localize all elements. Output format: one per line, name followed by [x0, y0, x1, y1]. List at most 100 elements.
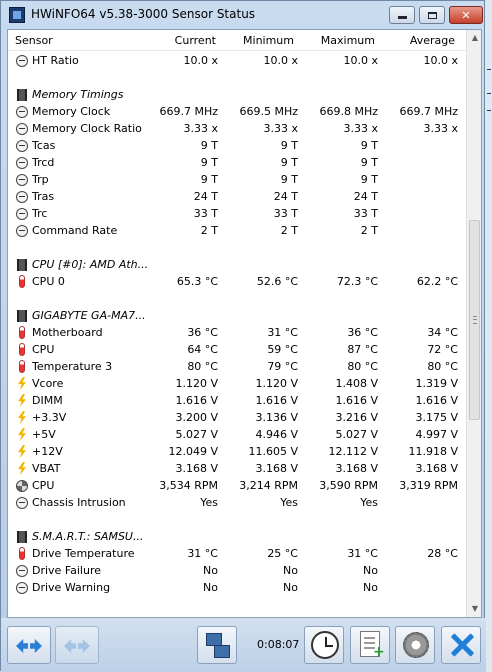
sensor-label: Trc [32, 207, 48, 220]
maximize-icon [427, 11, 437, 19]
value-maximum: 12.112 V [328, 445, 378, 458]
scroll-up-arrow-icon[interactable]: ▲ [467, 30, 481, 46]
minimize-button[interactable] [389, 6, 415, 24]
sensor-label: Drive Failure [32, 564, 102, 577]
value-current: 9 T [200, 173, 218, 186]
value-maximum: 2 T [360, 224, 378, 237]
sensor-row[interactable]: Vcore 1.120 V 1.120 V 1.408 V 1.319 V [8, 375, 466, 392]
value-minimum: 52.6 °C [256, 275, 298, 288]
sensor-row[interactable]: +3.3V 3.200 V 3.136 V 3.216 V 3.175 V [8, 409, 466, 426]
sensor-label: Temperature 3 [32, 360, 113, 373]
value-minimum: 2 T [280, 224, 298, 237]
value-current: 31 °C [187, 547, 218, 560]
sensor-row[interactable]: Drive Temperature 31 °C 25 °C 31 °C 28 °C [8, 545, 466, 562]
sensor-label: CPU [32, 343, 55, 356]
value-maximum: 3.216 V [335, 411, 378, 424]
sensor-row[interactable]: Trc 33 T 33 T 33 T [8, 205, 466, 222]
value-minimum: 3,214 RPM [239, 479, 298, 492]
close-sensors-button[interactable] [441, 626, 481, 664]
sensor-row[interactable]: HT Ratio 10.0 x 10.0 x 10.0 x 10.0 x [8, 52, 466, 69]
clock-icon [311, 631, 339, 659]
value-average: 3.33 x [423, 122, 459, 135]
sensor-status-window: HWiNFO64 v5.38-3000 Sensor Status ✕ Sens… [0, 0, 486, 672]
network-button[interactable] [197, 626, 237, 664]
value-current: 80 °C [187, 360, 218, 373]
value-average: 80 °C [427, 360, 458, 373]
voltage-bolt-icon [18, 377, 26, 390]
thermometer-icon [19, 326, 25, 339]
sensor-row[interactable]: +5V 5.027 V 4.946 V 5.027 V 4.997 V [8, 426, 466, 443]
value-current: 1.120 V [175, 377, 218, 390]
sensor-row[interactable]: CPU 0 65.3 °C 52.6 °C 72.3 °C 62.2 °C [8, 273, 466, 290]
column-header-sensor[interactable]: Sensor [15, 34, 53, 47]
sensor-row[interactable]: +12V 12.049 V 11.605 V 12.112 V 11.918 V [8, 443, 466, 460]
title-bar[interactable]: HWiNFO64 v5.38-3000 Sensor Status ✕ [1, 1, 486, 29]
value-current: No [203, 581, 218, 594]
chip-icon [17, 89, 27, 101]
sensor-row[interactable]: Command Rate 2 T 2 T 2 T [8, 222, 466, 239]
reset-clock-button[interactable] [304, 626, 344, 664]
sensor-row[interactable]: Trp 9 T 9 T 9 T [8, 171, 466, 188]
scroll-down-arrow-icon[interactable]: ▼ [467, 601, 481, 617]
sensor-row[interactable]: Memory Clock Ratio 3.33 x 3.33 x 3.33 x 3.33… [8, 120, 466, 137]
scrollbar-thumb[interactable] [469, 220, 480, 420]
value-average: 3,319 RPM [399, 479, 458, 492]
sensor-row[interactable]: CPU 3,534 RPM 3,214 RPM 3,590 RPM 3,319 RPM [8, 477, 466, 494]
sensor-row[interactable]: Drive Warning No No No [8, 579, 466, 596]
clock-icon [16, 582, 28, 594]
value-average: 669.7 MHz [399, 105, 458, 118]
value-average: 3.168 V [415, 462, 458, 475]
window-close-button[interactable]: ✕ [449, 6, 483, 24]
value-maximum: 9 T [360, 173, 378, 186]
column-header-maximum[interactable]: Maximum [305, 34, 375, 47]
value-current: 10.0 x [183, 54, 219, 67]
value-minimum: 9 T [280, 156, 298, 169]
clock-icon [16, 140, 28, 152]
sensor-label: GIGABYTE GA-MA7... [32, 309, 146, 322]
clock-icon [16, 208, 28, 220]
sensor-row[interactable]: Motherboard 36 °C 31 °C 36 °C 34 °C [8, 324, 466, 341]
sensor-row[interactable]: Memory Clock 669.7 MHz 669.5 MHz 669.8 MHz 6… [8, 103, 466, 120]
sensor-row[interactable]: Tcas 9 T 9 T 9 T [8, 137, 466, 154]
add-report-icon [360, 631, 385, 660]
vertical-scrollbar[interactable]: ▲ ▼ [466, 30, 481, 617]
logging-button[interactable] [350, 626, 390, 664]
maximize-button[interactable] [419, 6, 445, 24]
layout-arrows-button[interactable] [7, 626, 51, 664]
value-current: 36 °C [187, 326, 218, 339]
value-minimum: 1.616 V [255, 394, 298, 407]
sensor-row[interactable]: Drive Failure No No No [8, 562, 466, 579]
clock-icon [16, 191, 28, 203]
sensor-group-row[interactable]: Memory Timings [8, 86, 466, 103]
sensor-row[interactable]: DIMM 1.616 V 1.616 V 1.616 V 1.616 V [8, 392, 466, 409]
sensor-row[interactable]: Chassis Intrusion Yes Yes Yes [8, 494, 466, 511]
sensor-row[interactable]: VBAT 3.168 V 3.168 V 3.168 V 3.168 V [8, 460, 466, 477]
clock-icon [16, 106, 28, 118]
value-current: 65.3 °C [176, 275, 218, 288]
sensor-row[interactable]: Tras 24 T 24 T 24 T [8, 188, 466, 205]
value-minimum: 3.33 x [263, 122, 299, 135]
sensor-row[interactable]: Temperature 3 80 °C 79 °C 80 °C 80 °C [8, 358, 466, 375]
layout-arrows-disabled-button[interactable] [55, 626, 99, 664]
column-header-minimum[interactable]: Minimum [224, 34, 294, 47]
column-header-average[interactable]: Average [385, 34, 455, 47]
value-average: 28 °C [427, 547, 458, 560]
sensor-row[interactable]: Trcd 9 T 9 T 9 T [8, 154, 466, 171]
value-minimum: 79 °C [267, 360, 298, 373]
voltage-bolt-icon [18, 462, 26, 475]
sensor-label: DIMM [32, 394, 63, 407]
fan-icon [16, 480, 28, 492]
sensor-group-row[interactable]: S.M.A.R.T.: SAMSU... [8, 528, 466, 545]
sensor-row[interactable]: CPU 64 °C 59 °C 87 °C 72 °C [8, 341, 466, 358]
elapsed-time: 0:08:07 [257, 638, 300, 651]
sensor-label: Trp [32, 173, 49, 186]
column-header-current[interactable]: Current [146, 34, 216, 47]
sensor-group-row[interactable]: GIGABYTE GA-MA7... [8, 307, 466, 324]
value-minimum: 11.605 V [248, 445, 298, 458]
sensor-label: CPU [32, 479, 55, 492]
sensor-group-row[interactable]: CPU [#0]: AMD Ath... [8, 256, 466, 273]
settings-button[interactable] [395, 626, 435, 664]
value-minimum: 4.946 V [255, 428, 298, 441]
value-average: 72 °C [427, 343, 458, 356]
network-computers-icon [206, 633, 230, 658]
